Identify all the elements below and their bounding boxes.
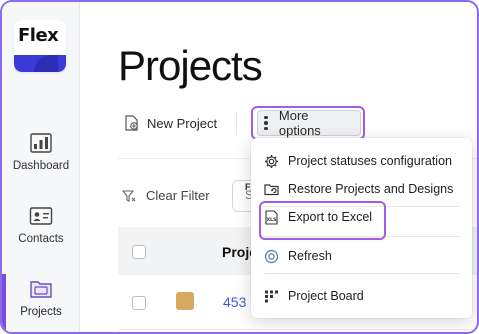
- search-stub-letter: F: [245, 182, 251, 192]
- project-number-link[interactable]: 453: [223, 294, 246, 310]
- more-options-button[interactable]: More options: [251, 106, 365, 140]
- menu-item-label: Project statuses configuration: [288, 154, 452, 168]
- sidebar-item-dashboard[interactable]: Dashboard: [2, 132, 80, 172]
- sidebar: Flex Dashboard Contacts Projects: [2, 2, 80, 332]
- menu-item-label: Restore Projects and Designs: [288, 182, 454, 196]
- new-document-icon: [125, 115, 138, 131]
- toolbar-divider: [236, 112, 237, 134]
- export-highlight-outline: [259, 201, 386, 240]
- flex-logo[interactable]: Flex: [14, 20, 66, 72]
- row-divider: [118, 329, 477, 330]
- sidebar-item-label: Projects: [20, 306, 62, 318]
- clear-filter-button[interactable]: Clear Filter: [122, 188, 210, 203]
- menu-item-label: Project Board: [288, 289, 364, 303]
- menu-divider: [263, 273, 460, 274]
- vertical-dots-icon: [264, 115, 268, 131]
- app-window: Flex Dashboard Contacts Projects Project…: [0, 0, 479, 334]
- menu-item-label: Refresh: [288, 249, 332, 263]
- more-options-inner: More options: [257, 108, 361, 138]
- sidebar-item-label: Dashboard: [12, 160, 70, 172]
- logo-text: Flex: [18, 25, 59, 46]
- dashboard-icon: [30, 133, 52, 153]
- folder-restore-icon: [264, 183, 279, 195]
- gear-icon: [265, 154, 278, 168]
- menu-item-project-board[interactable]: Project Board: [251, 282, 472, 310]
- sidebar-item-contacts[interactable]: Contacts: [2, 205, 80, 245]
- menu-item-project-statuses[interactable]: Project statuses configuration: [251, 147, 472, 175]
- projects-icon: [30, 281, 52, 298]
- menu-item-restore-projects[interactable]: Restore Projects and Designs: [251, 175, 472, 203]
- select-all-checkbox[interactable]: [132, 245, 146, 259]
- sidebar-item-label: Contacts: [18, 233, 64, 245]
- page-title: Projects: [118, 42, 263, 89]
- new-project-label: New Project: [147, 115, 218, 131]
- filter-clear-icon: [122, 189, 136, 202]
- contacts-icon: [29, 207, 53, 225]
- row-checkbox[interactable]: [132, 296, 146, 310]
- refresh-icon: [264, 249, 279, 263]
- sidebar-item-projects[interactable]: Projects: [2, 278, 80, 318]
- clear-filter-label: Clear Filter: [146, 188, 210, 203]
- new-project-button[interactable]: New Project: [124, 115, 217, 131]
- board-icon: [265, 290, 278, 302]
- project-color-swatch: [176, 292, 194, 310]
- more-options-label: More options: [278, 108, 321, 138]
- menu-item-refresh[interactable]: Refresh: [251, 242, 472, 270]
